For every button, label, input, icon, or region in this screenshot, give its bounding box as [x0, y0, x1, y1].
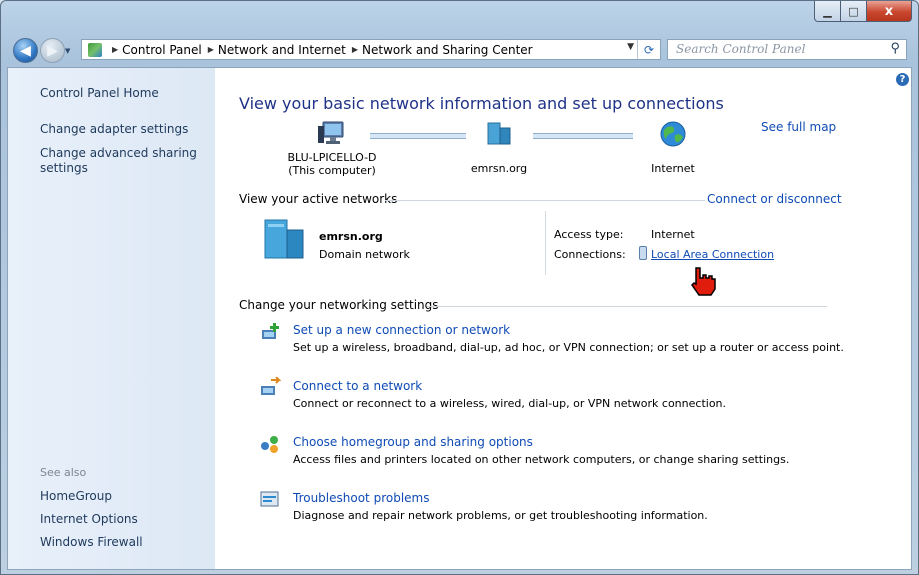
refresh-icon[interactable]: ⟳	[637, 40, 660, 59]
task-description: Connect or reconnect to a wireless, wire…	[293, 397, 727, 410]
window: ▁ □ x ◀ ▶ ▼ ▶ Control Panel ▶ Network an…	[0, 0, 919, 575]
sidebar: Control Panel Home Change adapter settin…	[8, 68, 215, 569]
connections-label: Connections:	[554, 248, 626, 261]
troubleshoot-problems-link[interactable]: Troubleshoot problems	[293, 491, 708, 505]
access-type-value: Internet	[651, 228, 695, 241]
vertical-divider	[545, 211, 546, 275]
breadcrumb-separator-icon[interactable]: ▶	[352, 45, 358, 54]
sidebar-item-change-advanced-sharing-settings[interactable]: Change advanced sharing settings	[40, 146, 200, 176]
access-type-label: Access type:	[554, 228, 624, 241]
minimize-icon: ▁	[823, 4, 832, 18]
close-button[interactable]: x	[867, 1, 912, 22]
computer-name: BLU-LPICELLO-D	[287, 151, 377, 164]
choose-homegroup-link[interactable]: Choose homegroup and sharing options	[293, 435, 789, 449]
computer-icon	[318, 121, 344, 144]
breadcrumb-network-and-internet[interactable]: Network and Internet	[218, 43, 346, 57]
this-computer-node: BLU-LPICELLO-D (This computer)	[277, 120, 387, 177]
local-area-connection-link[interactable]: Local Area Connection	[651, 248, 774, 261]
networking-settings-label: Change your networking settings	[239, 298, 439, 312]
sidebar-item-change-adapter-settings[interactable]: Change adapter settings	[40, 122, 188, 137]
computer-subtitle: (This computer)	[288, 164, 376, 177]
troubleshoot-icon	[260, 491, 279, 507]
domain-network-icon	[264, 219, 304, 259]
forward-button[interactable]: ▶	[40, 38, 65, 63]
breadcrumb-separator-icon[interactable]: ▶	[112, 45, 118, 54]
search-icon[interactable]: ⚲	[890, 41, 900, 56]
active-network-type[interactable]: Domain network	[319, 248, 410, 261]
maximize-icon: □	[848, 4, 859, 18]
section-divider	[427, 306, 827, 307]
task-connect-to-network: Connect to a network Connect or reconnec…	[293, 379, 726, 410]
breadcrumb-separator-icon[interactable]: ▶	[208, 45, 214, 54]
navigation-bar: ◀ ▶ ▼ ▶ Control Panel ▶ Network and Inte…	[1, 33, 918, 67]
active-networks-label: View your active networks	[239, 192, 398, 206]
address-bar[interactable]: ▶ Control Panel ▶ Network and Internet ▶…	[81, 39, 661, 60]
content-area: Control Panel Home Change adapter settin…	[7, 67, 912, 570]
task-description: Access files and printers located on oth…	[293, 453, 790, 466]
internet-label: Internet	[651, 162, 695, 175]
domain-building-icon	[487, 122, 511, 145]
page-title: View your basic network information and …	[239, 94, 724, 113]
control-panel-icon	[88, 42, 102, 57]
search-input[interactable]: Search Control Panel ⚲	[667, 39, 907, 60]
connect-to-network-link[interactable]: Connect to a network	[293, 379, 726, 393]
task-description: Diagnose and repair network problems, or…	[293, 509, 708, 522]
internet-node: Internet	[633, 120, 713, 175]
connection-line	[370, 133, 466, 139]
title-bar: ▁ □ x	[1, 1, 918, 31]
task-new-connection: Set up a new connection or network Set u…	[293, 323, 844, 354]
sidebar-item-internet-options[interactable]: Internet Options	[40, 512, 138, 527]
new-connection-icon	[262, 323, 279, 339]
forward-arrow-icon: ▶	[47, 42, 58, 59]
domain-name: emrsn.org	[470, 162, 528, 175]
address-dropdown-icon[interactable]: ▼	[627, 42, 634, 52]
ethernet-icon	[639, 246, 647, 260]
main-panel: ? View your basic network information an…	[215, 68, 911, 569]
sidebar-item-windows-firewall[interactable]: Windows Firewall	[40, 535, 143, 550]
sidebar-item-control-panel-home[interactable]: Control Panel Home	[40, 86, 159, 101]
hand-cursor-icon	[691, 267, 716, 296]
search-placeholder: Search Control Panel	[676, 42, 806, 56]
minimize-button[interactable]: ▁	[814, 1, 841, 22]
active-network-name: emrsn.org	[319, 230, 383, 243]
breadcrumb-control-panel[interactable]: Control Panel	[122, 43, 202, 57]
breadcrumb-network-and-sharing-center[interactable]: Network and Sharing Center	[362, 43, 533, 57]
task-description: Set up a wireless, broadband, dial-up, a…	[293, 341, 844, 354]
task-troubleshoot: Troubleshoot problems Diagnose and repai…	[293, 491, 708, 522]
section-divider	[385, 200, 705, 201]
connect-or-disconnect-link[interactable]: Connect or disconnect	[707, 192, 842, 206]
help-icon[interactable]: ?	[896, 73, 909, 86]
see-full-map-link[interactable]: See full map	[761, 120, 836, 134]
task-homegroup: Choose homegroup and sharing options Acc…	[293, 435, 789, 466]
connect-to-network-icon	[261, 377, 281, 395]
recent-pages-dropdown[interactable]: ▼	[65, 47, 70, 55]
sidebar-item-homegroup[interactable]: HomeGroup	[40, 489, 112, 504]
back-button[interactable]: ◀	[13, 38, 38, 63]
caption-buttons: ▁ □ x	[814, 1, 912, 22]
connection-line	[533, 133, 633, 139]
see-also-label: See also	[40, 466, 87, 479]
homegroup-icon	[261, 436, 278, 453]
domain-node: emrsn.org	[459, 120, 539, 175]
back-arrow-icon: ◀	[20, 42, 31, 59]
set-up-new-connection-link[interactable]: Set up a new connection or network	[293, 323, 844, 337]
globe-icon	[660, 121, 686, 147]
maximize-button[interactable]: □	[841, 1, 867, 22]
close-icon: x	[884, 3, 894, 19]
